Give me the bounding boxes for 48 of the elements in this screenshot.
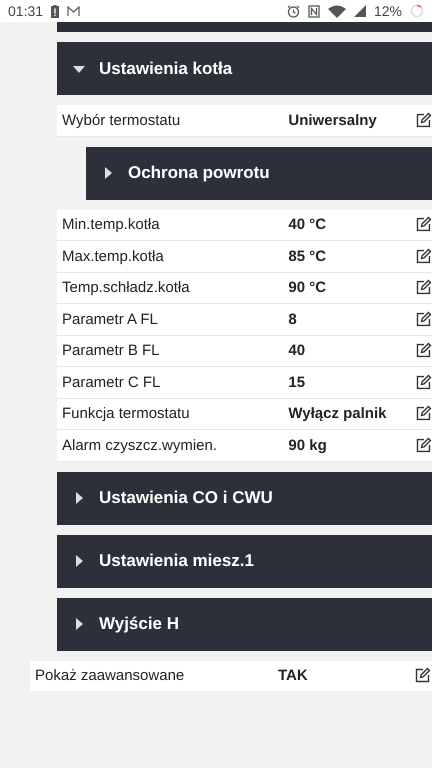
section-header[interactable]: Ochrona powrotu bbox=[86, 146, 432, 200]
setting-label: Alarm czyszcz.wymien. bbox=[62, 436, 218, 454]
edit-icon[interactable] bbox=[415, 374, 432, 391]
edit-icon[interactable] bbox=[415, 405, 432, 422]
setting-value: 90 °C bbox=[288, 279, 328, 296]
setting-label: Pokaż zaawansowane bbox=[35, 667, 186, 684]
caret-right-icon bbox=[73, 555, 85, 567]
setting-label: Wybór termostatu bbox=[62, 112, 182, 129]
caret-right-icon bbox=[73, 618, 85, 630]
battery-percent: 12% bbox=[374, 3, 402, 19]
setting-label: Temp.schładz.kotła bbox=[62, 279, 191, 296]
setting-label: Parametr C FL bbox=[62, 374, 162, 391]
edit-icon[interactable] bbox=[414, 667, 431, 684]
edit-icon[interactable] bbox=[415, 248, 432, 265]
caret-right-icon bbox=[73, 492, 85, 504]
signal-icon bbox=[354, 5, 366, 17]
alarm-icon bbox=[286, 4, 300, 18]
clock: 01:31 bbox=[8, 3, 44, 19]
section-header[interactable]: Ustawienia CO i CWU bbox=[57, 472, 432, 524]
setting-value: 85 °C bbox=[288, 248, 328, 265]
nfc-icon bbox=[308, 4, 320, 18]
battery-ring-icon bbox=[410, 4, 424, 18]
battery-alert-icon bbox=[51, 4, 60, 18]
setting-label: Parametr B FL bbox=[62, 342, 161, 360]
setting-label: Parametr A FL bbox=[62, 310, 159, 328]
setting-value: 15 bbox=[288, 374, 306, 391]
setting-value: 40 °C bbox=[288, 216, 328, 234]
setting-value: 90 kg bbox=[288, 436, 328, 454]
edit-icon[interactable] bbox=[415, 279, 432, 296]
setting-label: Max.temp.kotła bbox=[62, 248, 165, 265]
setting-value: 8 bbox=[288, 310, 298, 328]
setting-value: TAK bbox=[278, 667, 309, 684]
edit-icon[interactable] bbox=[415, 436, 432, 454]
setting-value: Uniwersalny bbox=[288, 112, 378, 129]
edit-icon[interactable] bbox=[415, 216, 432, 234]
wifi-icon bbox=[328, 4, 346, 18]
setting-label: Min.temp.kotła bbox=[62, 216, 161, 234]
edit-icon[interactable] bbox=[415, 112, 432, 129]
setting-value: Wyłącz palnik bbox=[288, 405, 388, 422]
section-header[interactable]: Ustawienia miesz.1 bbox=[57, 534, 432, 588]
section-header[interactable]: Wyjście H bbox=[57, 598, 432, 650]
section-header[interactable]: Ustawienia kotła bbox=[57, 42, 432, 95]
setting-label: Funkcja termostatu bbox=[62, 405, 191, 422]
caret-right-icon bbox=[102, 167, 114, 179]
edit-icon[interactable] bbox=[415, 342, 432, 360]
setting-value: 40 bbox=[288, 342, 306, 360]
edit-icon[interactable] bbox=[415, 310, 432, 328]
mail-icon bbox=[67, 6, 80, 16]
